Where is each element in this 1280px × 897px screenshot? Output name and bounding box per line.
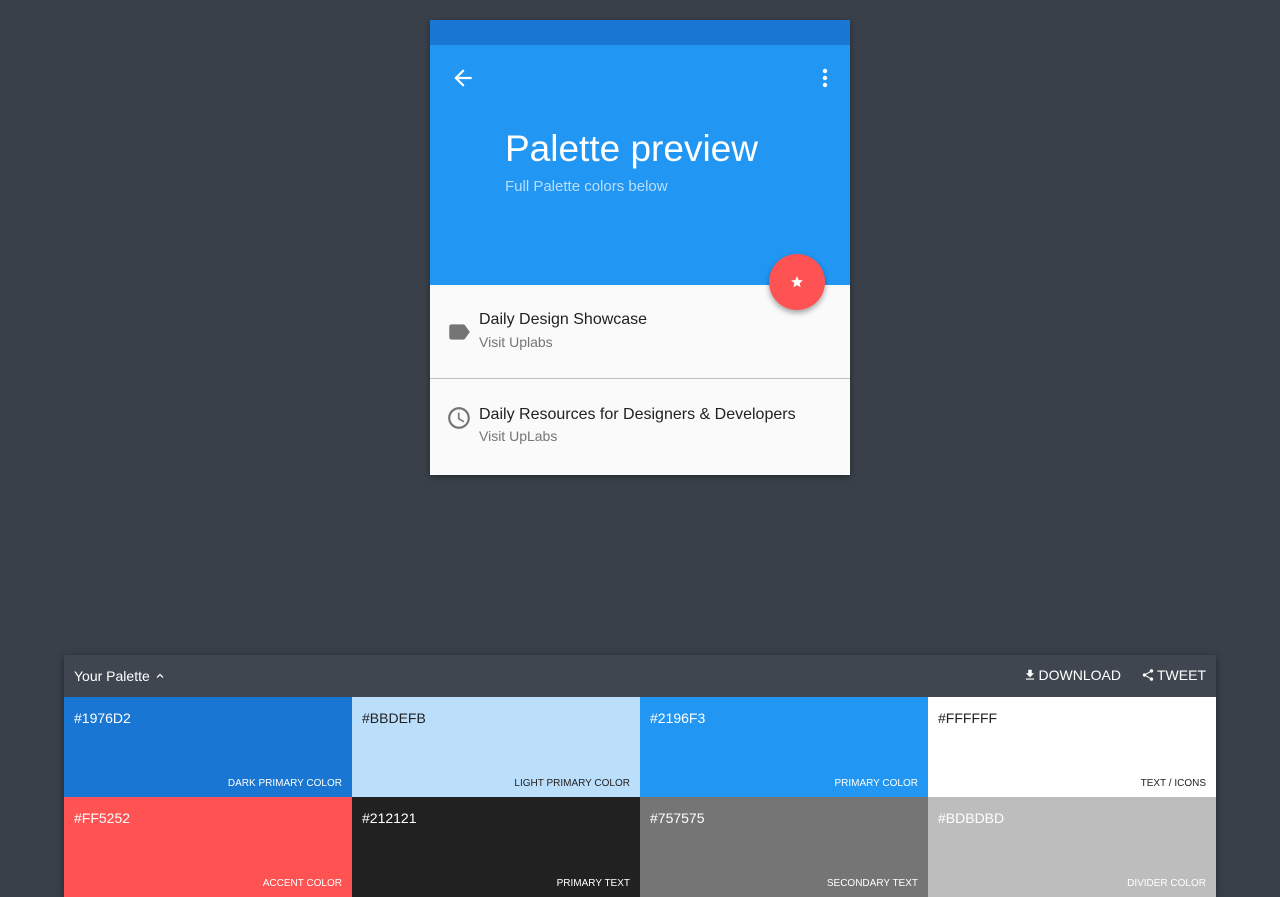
list-item-title: Daily Design Showcase (479, 311, 648, 328)
swatch-name: TEXT / ICONS (1140, 778, 1206, 789)
swatch-name: PRIMARY COLOR (834, 778, 918, 789)
swatch-name: ACCENT COLOR (262, 878, 342, 889)
swatch-hex: #2196F3 (650, 710, 706, 726)
swatch-hex: #FFFFFF (938, 710, 998, 726)
palette-toggle[interactable]: Your Palette (74, 668, 167, 684)
download-button[interactable]: DOWNLOAD (1023, 667, 1121, 683)
chevron-up-icon (156, 673, 164, 678)
swatch-name: PRIMARY TEXT (556, 878, 630, 889)
swatch-hex: #757575 (650, 810, 705, 826)
swatch-light-primary[interactable]: #BBDEFB LIGHT PRIMARY COLOR (352, 697, 640, 797)
arrow-back-icon[interactable] (450, 65, 476, 91)
more-vert-icon[interactable] (816, 65, 834, 91)
preview-subtitle: Full Palette colors below (505, 178, 668, 195)
swatch-text-icons[interactable]: #FFFFFF TEXT / ICONS (928, 697, 1216, 797)
swatch-hex: #BBDEFB (362, 710, 426, 726)
palette-panel: Your Palette DOWNLOAD TWEET #1976D2 DARK… (64, 655, 1216, 897)
swatch-secondary-text[interactable]: #757575 SECONDARY TEXT (640, 797, 928, 897)
list-item-subtitle: Visit UpLabs (479, 428, 558, 444)
app-header: Palette preview Full Palette colors belo… (430, 45, 850, 285)
clock-icon (446, 405, 472, 431)
palette-actions: DOWNLOAD TWEET (1023, 667, 1206, 683)
swatch-name: LIGHT PRIMARY COLOR (514, 778, 630, 789)
tweet-button[interactable]: TWEET (1141, 667, 1206, 683)
label-icon (446, 319, 472, 345)
swatch-hex: #1976D2 (74, 710, 131, 726)
list-item-subtitle: Visit Uplabs (479, 334, 553, 350)
swatch-grid: #1976D2 DARK PRIMARY COLOR #BBDEFB LIGHT… (64, 697, 1216, 897)
download-label: DOWNLOAD (1038, 667, 1121, 683)
swatch-primary[interactable]: #2196F3 PRIMARY COLOR (640, 697, 928, 797)
star-icon (791, 276, 803, 288)
swatch-name: SECONDARY TEXT (826, 878, 918, 889)
palette-label: Your Palette (74, 668, 150, 684)
list-item-daily-resources[interactable]: Daily Resources for Designers & Develope… (430, 379, 850, 473)
tweet-label: TWEET (1157, 667, 1206, 683)
preview-title: Palette preview (505, 128, 758, 169)
download-icon (1025, 669, 1034, 680)
swatch-primary-text[interactable]: #212121 PRIMARY TEXT (352, 797, 640, 897)
palette-toolbar: Your Palette DOWNLOAD TWEET (64, 655, 1216, 697)
swatch-accent[interactable]: #FF5252 ACCENT COLOR (64, 797, 352, 897)
swatch-divider[interactable]: #BDBDBD DIVIDER COLOR (928, 797, 1216, 897)
swatch-name: DARK PRIMARY COLOR (227, 778, 342, 789)
share-icon (1142, 669, 1154, 681)
list-item-title: Daily Resources for Designers & Develope… (479, 406, 796, 423)
swatch-hex: #FF5252 (74, 810, 131, 826)
swatch-name: DIVIDER COLOR (1127, 878, 1206, 889)
status-bar (430, 20, 850, 45)
swatch-dark-primary[interactable]: #1976D2 DARK PRIMARY COLOR (64, 697, 352, 797)
swatch-hex: #212121 (362, 810, 417, 826)
palette-preview-card: Palette preview Full Palette colors belo… (430, 20, 850, 475)
swatch-hex: #BDBDBD (938, 810, 1005, 826)
favorite-fab-button[interactable] (769, 254, 825, 310)
